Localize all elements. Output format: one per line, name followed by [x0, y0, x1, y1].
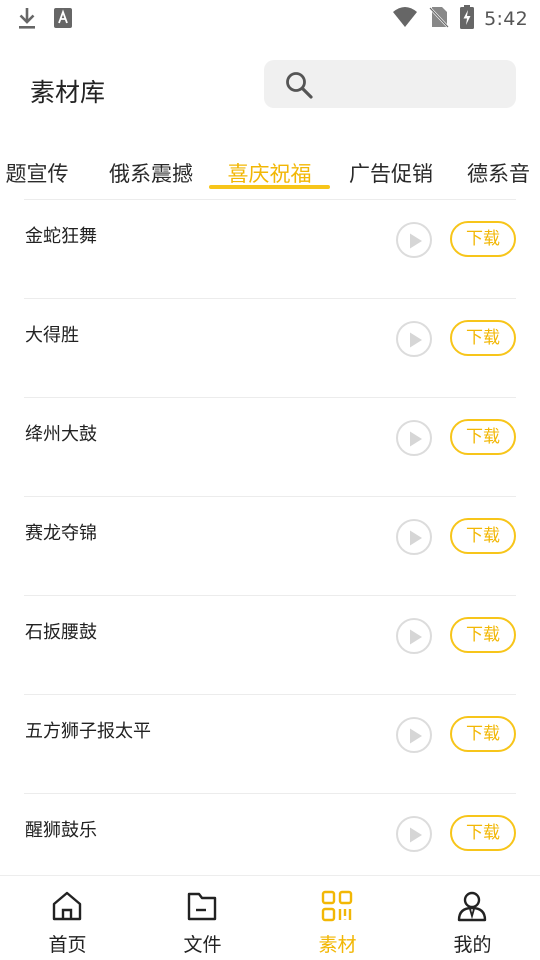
status-time: 5:42 [484, 8, 528, 30]
list-item: 赛龙夺锦 下载 [0, 497, 540, 596]
item-title: 石扳腰鼓 [25, 622, 97, 643]
search-input[interactable] [322, 68, 502, 100]
download-button[interactable]: 下载 [450, 716, 516, 752]
nav-home[interactable]: 首页 [0, 876, 135, 960]
download-button[interactable]: 下载 [450, 419, 516, 455]
play-icon [410, 728, 422, 744]
wifi-icon [392, 6, 418, 32]
download-button[interactable]: 下载 [450, 518, 516, 554]
play-button[interactable] [396, 717, 432, 753]
user-icon [456, 890, 488, 922]
play-icon [410, 629, 422, 645]
folder-icon [186, 890, 218, 922]
category-tabs: 题宣传 俄系震撼 喜庆祝福 广告促销 德系音 [0, 150, 540, 198]
play-button[interactable] [396, 519, 432, 555]
tab-propaganda[interactable]: 题宣传 [0, 158, 82, 192]
item-title: 赛龙夺锦 [25, 523, 97, 544]
qr-grid-icon [321, 890, 353, 922]
play-icon [410, 332, 422, 348]
play-icon [410, 431, 422, 447]
battery-charging-icon [460, 5, 475, 33]
download-button[interactable]: 下载 [450, 815, 516, 851]
play-button[interactable] [396, 321, 432, 357]
nav-profile[interactable]: 我的 [405, 876, 540, 960]
search-icon [284, 70, 314, 100]
item-title: 五方狮子报太平 [25, 721, 151, 742]
play-icon [410, 827, 422, 843]
tab-german[interactable]: 德系音 [467, 158, 540, 192]
list-item: 五方狮子报太平 下载 [0, 695, 540, 794]
search-box[interactable] [264, 60, 516, 108]
nav-materials[interactable]: 素材 [270, 876, 405, 960]
nav-label: 首页 [48, 934, 87, 956]
status-bar: 5:42 [0, 0, 540, 36]
no-sim-icon [428, 5, 450, 33]
item-title: 醒狮鼓乐 [25, 820, 97, 841]
header: 素材库 [0, 58, 540, 110]
item-title: 绛州大鼓 [25, 424, 97, 445]
keyboard-a-icon [54, 8, 72, 32]
download-button[interactable]: 下载 [450, 221, 516, 257]
play-button[interactable] [396, 618, 432, 654]
nav-label: 文件 [183, 934, 222, 956]
tab-ad-promotion[interactable]: 广告促销 [347, 158, 435, 192]
home-icon [51, 890, 83, 922]
play-icon [410, 530, 422, 546]
list-item: 金蛇狂舞 下载 [0, 200, 540, 299]
tab-russian-shock[interactable]: 俄系震撼 [107, 158, 195, 192]
screen: 5:42 素材库 题宣传 俄系震撼 喜庆祝福 广告促销 德系音 金蛇狂舞 下载 … [0, 0, 540, 960]
page-title: 素材库 [30, 78, 106, 107]
play-icon [410, 233, 422, 249]
download-button[interactable]: 下载 [450, 617, 516, 653]
download-button[interactable]: 下载 [450, 320, 516, 356]
list-item: 石扳腰鼓 下载 [0, 596, 540, 695]
download-icon [16, 6, 38, 34]
item-title: 大得胜 [25, 325, 79, 346]
bottom-nav: 首页 文件 素材 我的 [0, 875, 540, 960]
active-tab-indicator [209, 185, 330, 189]
play-button[interactable] [396, 816, 432, 852]
list-item: 大得胜 下载 [0, 299, 540, 398]
nav-label: 我的 [453, 934, 492, 956]
play-button[interactable] [396, 222, 432, 258]
item-title: 金蛇狂舞 [25, 226, 97, 247]
nav-label: 素材 [318, 934, 357, 956]
nav-files[interactable]: 文件 [135, 876, 270, 960]
list-item: 绛州大鼓 下载 [0, 398, 540, 497]
audio-list: 金蛇狂舞 下载 大得胜 下载 绛州大鼓 下载 赛龙夺锦 下载 石扳腰鼓 下载 五… [0, 200, 540, 893]
play-button[interactable] [396, 420, 432, 456]
